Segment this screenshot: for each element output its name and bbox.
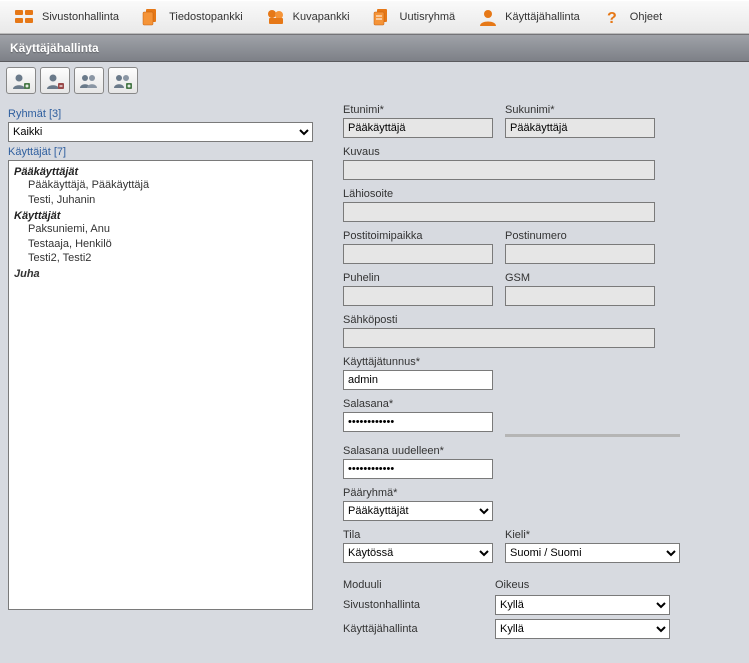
remove-user-button[interactable] [40,67,70,94]
list-item[interactable]: Paksuniemi, Anu [14,222,307,237]
sukunimi-label: Sukunimi* [505,104,655,116]
list-group-header: Käyttäjät [14,210,307,222]
kayttajatunnus-label: Käyttäjätunnus* [343,356,493,368]
news-icon [372,8,394,26]
gsm-field[interactable] [505,286,655,306]
postitoimipaikka-field[interactable] [343,244,493,264]
perm-select-sivustonhallinta[interactable]: Kyllä [495,595,670,615]
etunimi-label: Etunimi* [343,104,493,116]
page-title: Käyttäjähallinta [0,34,749,62]
postinumero-field[interactable] [505,244,655,264]
paaryhma-label: Pääryhmä* [343,487,493,499]
sahkoposti-field[interactable] [343,328,655,348]
sukunimi-field[interactable] [505,118,655,138]
nav-label: Kuvapankki [293,11,350,23]
nav-kayttajahallinta[interactable]: Käyttäjähallinta [467,4,590,30]
etunimi-field[interactable] [343,118,493,138]
perm-label: Käyttäjähallinta [343,623,495,635]
password-strength-bar [505,434,680,437]
left-panel: Ryhmät [3] Kaikki Käyttäjät [7] Pääkäytt… [8,104,313,643]
nav-label: Tiedostopankki [169,11,243,23]
module-header: Moduuli [343,579,495,591]
right-header: Oikeus [495,579,529,591]
users-icon [477,8,499,26]
puhelin-label: Puhelin [343,272,493,284]
kayttajatunnus-field[interactable] [343,370,493,390]
nav-kuvapankki[interactable]: Kuvapankki [255,4,360,30]
image-bank-icon [265,8,287,26]
manage-groups-button[interactable] [74,67,104,94]
nav-label: Sivustonhallinta [42,11,119,23]
add-user-button[interactable] [6,67,36,94]
site-admin-icon [14,8,36,26]
nav-ohjeet[interactable]: ? Ohjeet [592,4,672,30]
salasana-label: Salasana* [343,398,493,410]
lahiosoite-field[interactable] [343,202,655,222]
list-item[interactable]: Testaaja, Henkilö [14,237,307,252]
help-icon: ? [602,8,624,26]
user-list[interactable]: Pääkäyttäjät Pääkäyttäjä, Pääkäyttäjä Te… [8,160,313,610]
postitoimipaikka-label: Postitoimipaikka [343,230,493,242]
kieli-label: Kieli* [505,529,680,541]
postinumero-label: Postinumero [505,230,655,242]
list-item[interactable]: Testi, Juhanin [14,193,307,208]
files-icon [141,8,163,26]
puhelin-field[interactable] [343,286,493,306]
sahkoposti-label: Sähköposti [343,314,655,326]
list-group-header: Juha [14,268,307,280]
nav-label: Uutisryhmä [400,11,456,23]
nav-label: Ohjeet [630,11,662,23]
users-label: Käyttäjät [7] [8,146,313,158]
list-item[interactable]: Pääkäyttäjä, Pääkäyttäjä [14,178,307,193]
perm-select-kayttajahallinta[interactable]: Kyllä [495,619,670,639]
list-group-header: Pääkäyttäjät [14,166,307,178]
tila-label: Tila [343,529,493,541]
salasana2-field[interactable] [343,459,493,479]
groups-label: Ryhmät [3] [8,108,313,120]
kieli-select[interactable]: Suomi / Suomi [505,543,680,563]
kuvaus-field[interactable] [343,160,655,180]
user-form: Etunimi* Sukunimi* Kuvaus Lähiosoite Pos… [343,104,741,643]
svg-text:?: ? [607,10,617,26]
groups-select[interactable]: Kaikki [8,122,313,142]
kuvaus-label: Kuvaus [343,146,655,158]
nav-sivustonhallinta[interactable]: Sivustonhallinta [4,4,129,30]
main-area: Ryhmät [3] Kaikki Käyttäjät [7] Pääkäytt… [0,98,749,663]
perm-label: Sivustonhallinta [343,599,495,611]
lahiosoite-label: Lähiosoite [343,188,655,200]
tila-select[interactable]: Käytössä [343,543,493,563]
top-nav: Sivustonhallinta Tiedostopankki Kuvapank… [0,0,749,34]
list-item[interactable]: Testi2, Testi2 [14,251,307,266]
salasana2-label: Salasana uudelleen* [343,445,493,457]
gsm-label: GSM [505,272,655,284]
salasana-field[interactable] [343,412,493,432]
permissions-section: Moduuli Oikeus Sivustonhallinta Kyllä Kä… [343,579,731,639]
toolbar [0,62,749,98]
nav-label: Käyttäjähallinta [505,11,580,23]
paaryhma-select[interactable]: Pääkäyttäjät [343,501,493,521]
nav-uutisryhma[interactable]: Uutisryhmä [362,4,466,30]
nav-tiedostopankki[interactable]: Tiedostopankki [131,4,253,30]
add-group-button[interactable] [108,67,138,94]
